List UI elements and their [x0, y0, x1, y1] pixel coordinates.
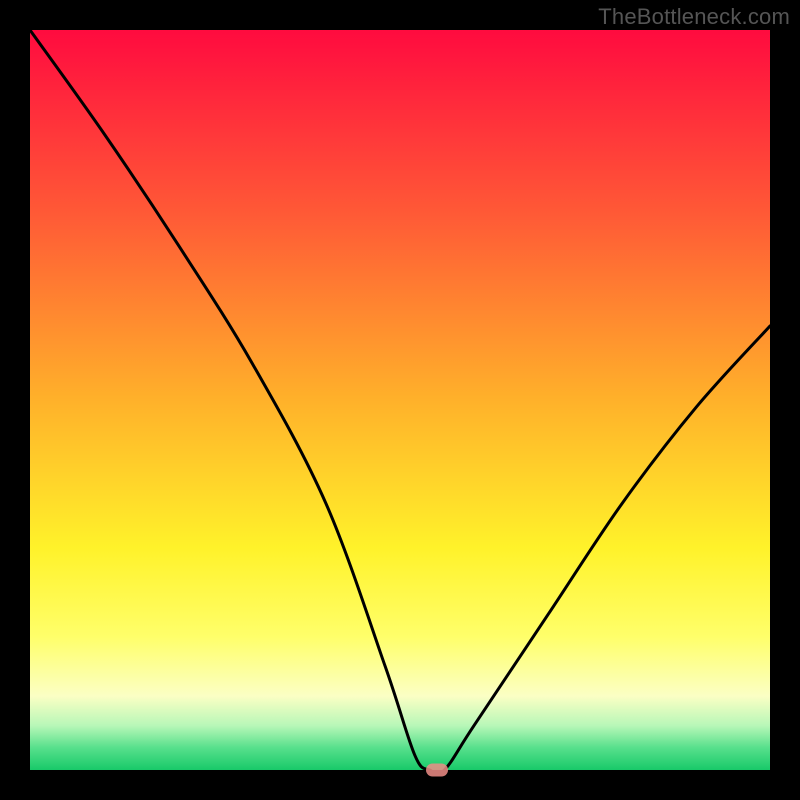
gradient-rect — [30, 30, 770, 770]
chart-frame: TheBottleneck.com — [0, 0, 800, 800]
optimum-marker — [426, 764, 448, 777]
chart-svg — [30, 30, 770, 770]
plot-area — [30, 30, 770, 770]
watermark-text: TheBottleneck.com — [598, 4, 790, 30]
